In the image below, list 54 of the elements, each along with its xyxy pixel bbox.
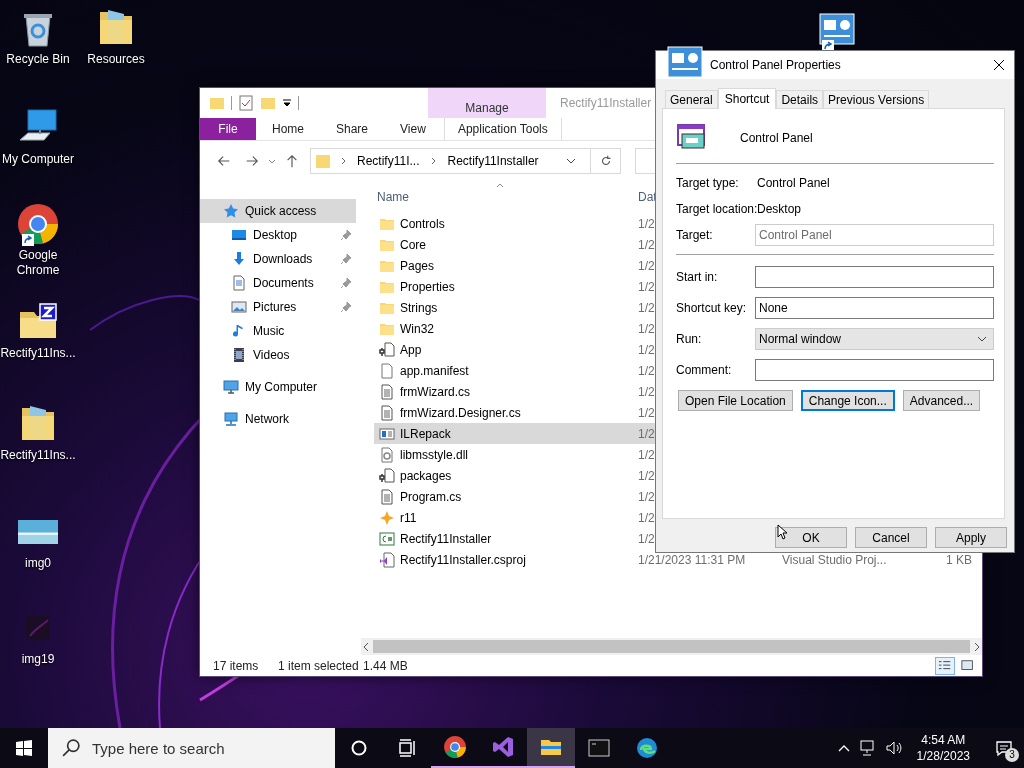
size-cell-text: 1 KB bbox=[945, 552, 972, 567]
file-name: libmsstyle.dll bbox=[400, 447, 468, 462]
field-label: Target location: bbox=[676, 202, 755, 216]
file-name: Pages bbox=[400, 258, 435, 273]
date-cell: 1/2 bbox=[638, 237, 655, 252]
file-name: packages bbox=[400, 468, 452, 483]
property-value: Desktop bbox=[756, 202, 802, 216]
shortcut-name: Control Panel bbox=[740, 131, 813, 145]
property-value: Control Panel bbox=[756, 176, 830, 190]
date-cell: 1/2 bbox=[638, 216, 655, 231]
field-label: Run: bbox=[676, 331, 703, 346]
file-name: frmWizard.Designer.cs bbox=[400, 405, 521, 420]
file-name: frmWizard.cs bbox=[400, 384, 470, 399]
window-title: Rectify11Installer bbox=[559, 95, 652, 112]
context-tab-header: Manage bbox=[428, 88, 546, 118]
date-cell: 1/2 bbox=[638, 342, 655, 357]
notification-count: 3 bbox=[1005, 748, 1019, 762]
selection-count: 1 item selected bbox=[278, 659, 360, 673]
date-cell: 1/2 bbox=[638, 447, 655, 462]
date-cell: 1/2 bbox=[638, 300, 655, 315]
type-cell: Visual Studio Proj... bbox=[782, 552, 887, 567]
date-cell: 1/2 bbox=[638, 489, 655, 504]
date-cell: 1/21/2023 11:31 PM bbox=[638, 552, 746, 567]
file-name: ILRepack bbox=[400, 426, 451, 441]
search-placeholder: Type here to search bbox=[92, 739, 225, 757]
date-cell: 1/2 bbox=[638, 258, 655, 273]
date-cell: 1/2 bbox=[638, 426, 655, 441]
file-name: Program.cs bbox=[400, 489, 462, 504]
file-name: Rectify11Installer.csproj bbox=[400, 552, 526, 567]
date-cell: 1/2 bbox=[638, 363, 655, 378]
file-name: app.manifest bbox=[400, 363, 469, 378]
dialog-title: Control Panel Properties bbox=[710, 58, 842, 72]
file-name: Strings bbox=[400, 300, 438, 315]
date-cell: 1/2 bbox=[638, 384, 655, 399]
file-name: r11 bbox=[400, 510, 417, 525]
file-name: Win32 bbox=[400, 321, 434, 336]
field-label: Target type: bbox=[676, 176, 740, 190]
date-cell: 1/2 bbox=[638, 321, 655, 336]
file-name: Rectify11Installer bbox=[400, 531, 492, 546]
date-cell: 1/2 bbox=[638, 279, 655, 294]
selection-size: 1.44 MB bbox=[363, 659, 408, 673]
field-label: Target: bbox=[676, 228, 714, 242]
date-cell: 1/2 bbox=[638, 510, 655, 525]
file-name: Core bbox=[400, 237, 426, 252]
date-cell: 1/2 bbox=[638, 405, 655, 420]
field-label: Shortcut key: bbox=[676, 300, 748, 315]
date-cell: 1/2 bbox=[638, 531, 655, 546]
field-label: Comment: bbox=[676, 362, 733, 377]
field-label: Start in: bbox=[676, 269, 719, 284]
file-name: App bbox=[400, 342, 422, 357]
file-name: Properties bbox=[400, 279, 455, 294]
date-cell: 1/2 bbox=[638, 468, 655, 483]
item-count: 17 items bbox=[213, 659, 260, 673]
file-name: Controls bbox=[400, 216, 445, 231]
